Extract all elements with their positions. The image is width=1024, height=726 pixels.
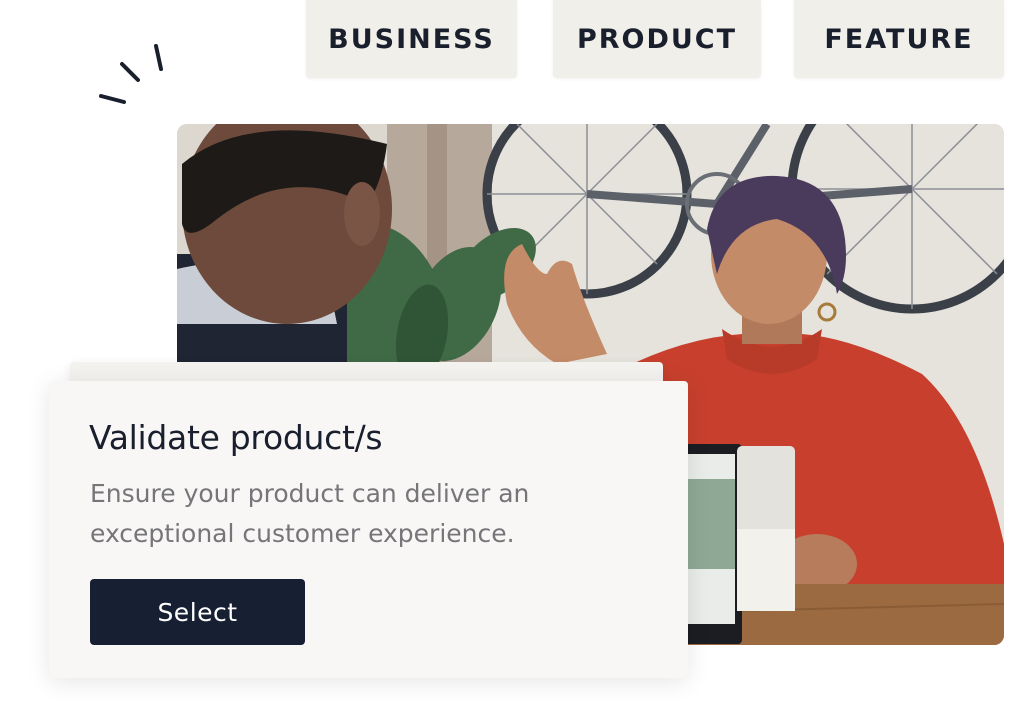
tab-business[interactable]: BUSINESS: [306, 0, 517, 78]
card-title: Validate product/s: [89, 418, 383, 457]
tab-product[interactable]: PRODUCT: [553, 0, 761, 78]
select-button[interactable]: Select: [90, 579, 305, 645]
card-description: Ensure your product can deliver an excep…: [90, 479, 530, 548]
sparkle-icon: [99, 44, 163, 104]
option-card: Validate product/s Ensure your product c…: [49, 381, 688, 678]
tab-feature[interactable]: FEATURE: [794, 0, 1004, 78]
